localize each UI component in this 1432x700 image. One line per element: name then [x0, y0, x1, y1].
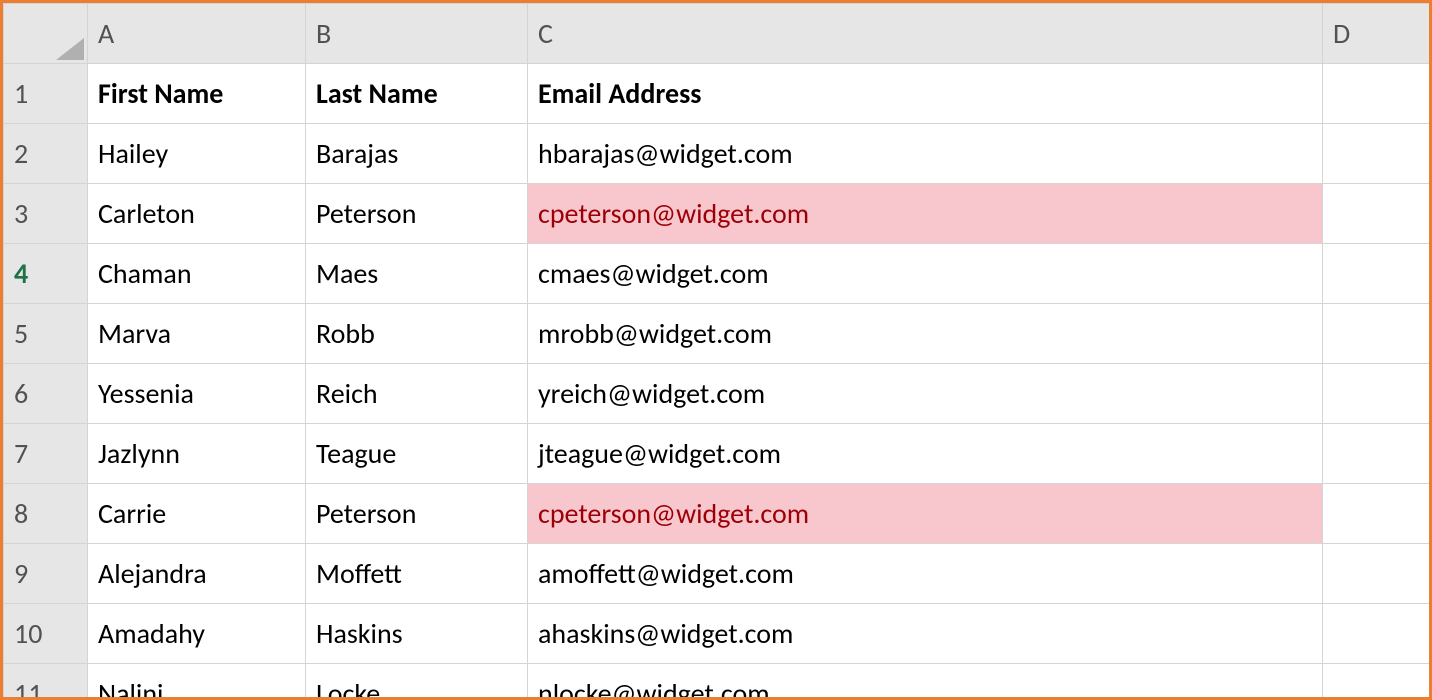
column-header-c[interactable]: C — [528, 4, 1323, 64]
row-header-11[interactable]: 11 — [4, 664, 88, 700]
cell-b1[interactable]: Last Name — [306, 64, 528, 124]
cell-a5[interactable]: Marva — [88, 304, 306, 364]
data-row: 2 Hailey Barajas hbarajas@widget.com — [4, 124, 1432, 184]
cell-a11[interactable]: Nalini — [88, 664, 306, 700]
column-header-b[interactable]: B — [306, 4, 528, 64]
cell-a7[interactable]: Jazlynn — [88, 424, 306, 484]
cell-c9[interactable]: amoffett@widget.com — [528, 544, 1323, 604]
row-header-1[interactable]: 1 — [4, 64, 88, 124]
cell-b8[interactable]: Peterson — [306, 484, 528, 544]
cell-a2[interactable]: Hailey — [88, 124, 306, 184]
data-row: 1 First Name Last Name Email Address — [4, 64, 1432, 124]
cell-b10[interactable]: Haskins — [306, 604, 528, 664]
cell-c1[interactable]: Email Address — [528, 64, 1323, 124]
cell-d8[interactable] — [1323, 484, 1432, 544]
cell-c10[interactable]: ahaskins@widget.com — [528, 604, 1323, 664]
cell-d1[interactable] — [1323, 64, 1432, 124]
data-row: 7 Jazlynn Teague jteague@widget.com — [4, 424, 1432, 484]
row-header-3[interactable]: 3 — [4, 184, 88, 244]
cell-a10[interactable]: Amadahy — [88, 604, 306, 664]
select-all-corner[interactable] — [4, 4, 88, 64]
column-header-row: A B C D — [4, 4, 1432, 64]
data-row: 6 Yessenia Reich yreich@widget.com — [4, 364, 1432, 424]
cell-c6[interactable]: yreich@widget.com — [528, 364, 1323, 424]
cell-b11[interactable]: Locke — [306, 664, 528, 700]
cell-c3[interactable]: cpeterson@widget.com — [528, 184, 1323, 244]
cell-d2[interactable] — [1323, 124, 1432, 184]
cell-a3[interactable]: Carleton — [88, 184, 306, 244]
row-header-4[interactable]: 4 — [4, 244, 88, 304]
row-header-2[interactable]: 2 — [4, 124, 88, 184]
cell-d7[interactable] — [1323, 424, 1432, 484]
data-row: 3 Carleton Peterson cpeterson@widget.com — [4, 184, 1432, 244]
cell-b3[interactable]: Peterson — [306, 184, 528, 244]
data-row: 11 Nalini Locke nlocke@widget.com — [4, 664, 1432, 700]
cell-c7[interactable]: jteague@widget.com — [528, 424, 1323, 484]
cell-d11[interactable] — [1323, 664, 1432, 700]
column-header-d[interactable]: D — [1323, 4, 1432, 64]
cell-d5[interactable] — [1323, 304, 1432, 364]
cell-c2[interactable]: hbarajas@widget.com — [528, 124, 1323, 184]
cell-a8[interactable]: Carrie — [88, 484, 306, 544]
column-header-a[interactable]: A — [88, 4, 306, 64]
cell-c4[interactable]: cmaes@widget.com — [528, 244, 1323, 304]
cell-b4[interactable]: Maes — [306, 244, 528, 304]
cell-a6[interactable]: Yessenia — [88, 364, 306, 424]
cell-d3[interactable] — [1323, 184, 1432, 244]
cell-b7[interactable]: Teague — [306, 424, 528, 484]
spreadsheet-frame: A B C D 1 First Name Last Name Email Add… — [0, 0, 1432, 700]
cell-d6[interactable] — [1323, 364, 1432, 424]
cell-a9[interactable]: Alejandra — [88, 544, 306, 604]
row-header-10[interactable]: 10 — [4, 604, 88, 664]
data-row: 8 Carrie Peterson cpeterson@widget.com — [4, 484, 1432, 544]
cell-b2[interactable]: Barajas — [306, 124, 528, 184]
cell-d9[interactable] — [1323, 544, 1432, 604]
spreadsheet-grid: A B C D 1 First Name Last Name Email Add… — [3, 3, 1432, 700]
data-row: 9 Alejandra Moffett amoffett@widget.com — [4, 544, 1432, 604]
data-row: 4 Chaman Maes cmaes@widget.com — [4, 244, 1432, 304]
cell-a4[interactable]: Chaman — [88, 244, 306, 304]
data-row: 10 Amadahy Haskins ahaskins@widget.com — [4, 604, 1432, 664]
cell-c11[interactable]: nlocke@widget.com — [528, 664, 1323, 700]
cell-c8[interactable]: cpeterson@widget.com — [528, 484, 1323, 544]
cell-d4[interactable] — [1323, 244, 1432, 304]
row-header-7[interactable]: 7 — [4, 424, 88, 484]
cell-b6[interactable]: Reich — [306, 364, 528, 424]
cell-d10[interactable] — [1323, 604, 1432, 664]
cell-b5[interactable]: Robb — [306, 304, 528, 364]
row-header-5[interactable]: 5 — [4, 304, 88, 364]
data-row: 5 Marva Robb mrobb@widget.com — [4, 304, 1432, 364]
row-header-6[interactable]: 6 — [4, 364, 88, 424]
cell-b9[interactable]: Moffett — [306, 544, 528, 604]
row-header-9[interactable]: 9 — [4, 544, 88, 604]
cell-a1[interactable]: First Name — [88, 64, 306, 124]
cell-c5[interactable]: mrobb@widget.com — [528, 304, 1323, 364]
row-header-8[interactable]: 8 — [4, 484, 88, 544]
